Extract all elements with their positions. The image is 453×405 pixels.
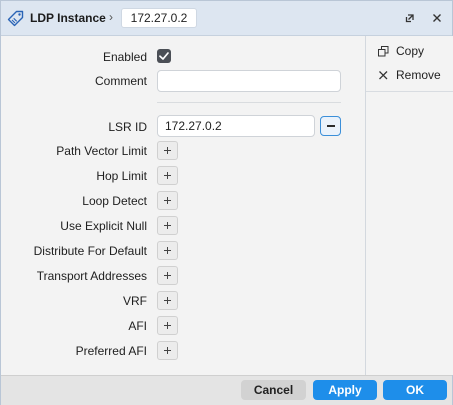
distribute-for-default-add-button[interactable]: [157, 241, 178, 260]
hop-limit-label: Hop Limit: [96, 169, 147, 183]
use-explicit-null-label: Use Explicit Null: [60, 219, 147, 233]
path-vector-limit-label: Path Vector Limit: [56, 144, 147, 158]
lsr-id-field[interactable]: [157, 115, 315, 137]
vrf-add-button[interactable]: [157, 291, 178, 310]
ok-button[interactable]: OK: [383, 380, 447, 400]
afi-label: AFI: [128, 319, 147, 333]
ldp-instance-dialog: LDP Instance › 172.27.0.2 Copy Remove En…: [0, 0, 453, 405]
path-vector-limit-add-button[interactable]: [157, 141, 178, 160]
distribute-for-default-label: Distribute For Default: [33, 244, 147, 258]
apply-button[interactable]: Apply: [313, 380, 377, 400]
comment-field[interactable]: [157, 70, 341, 92]
tag-icon: [7, 10, 24, 27]
use-explicit-null-add-button[interactable]: [157, 216, 178, 235]
preferred-afi-add-button[interactable]: [157, 341, 178, 360]
loop-detect-add-button[interactable]: [157, 191, 178, 210]
lsr-id-remove-button[interactable]: [320, 116, 341, 136]
enabled-label: Enabled: [102, 50, 147, 64]
close-icon[interactable]: [430, 11, 444, 25]
cancel-button[interactable]: Cancel: [241, 380, 306, 400]
checkmark-icon: [159, 52, 169, 60]
transport-addresses-add-button[interactable]: [157, 266, 178, 285]
loop-detect-label: Loop Detect: [82, 194, 147, 208]
enabled-checkbox[interactable]: [157, 49, 171, 63]
side-panel-divider: [366, 91, 453, 92]
vrf-label: VRF: [123, 294, 147, 308]
copy-label: Copy: [396, 44, 425, 58]
dialog-title: LDP Instance: [30, 11, 106, 25]
side-panel: Copy Remove: [365, 36, 453, 375]
hop-limit-add-button[interactable]: [157, 166, 178, 185]
form-divider: [157, 102, 341, 103]
remove-label: Remove: [396, 68, 441, 82]
comment-label: Comment: [94, 74, 147, 88]
dialog-footer: Cancel Apply OK: [1, 375, 452, 405]
afi-add-button[interactable]: [157, 316, 178, 335]
breadcrumb-separator: ›: [109, 10, 113, 24]
restore-icon[interactable]: [403, 11, 417, 25]
copy-icon: [378, 46, 389, 57]
transport-addresses-label: Transport Addresses: [36, 269, 147, 283]
remove-icon: [379, 71, 388, 80]
lsr-id-label: LSR ID: [108, 120, 147, 134]
instance-id-chip: 172.27.0.2: [121, 8, 197, 28]
preferred-afi-label: Preferred AFI: [75, 344, 147, 358]
title-bar: LDP Instance › 172.27.0.2: [1, 1, 452, 36]
